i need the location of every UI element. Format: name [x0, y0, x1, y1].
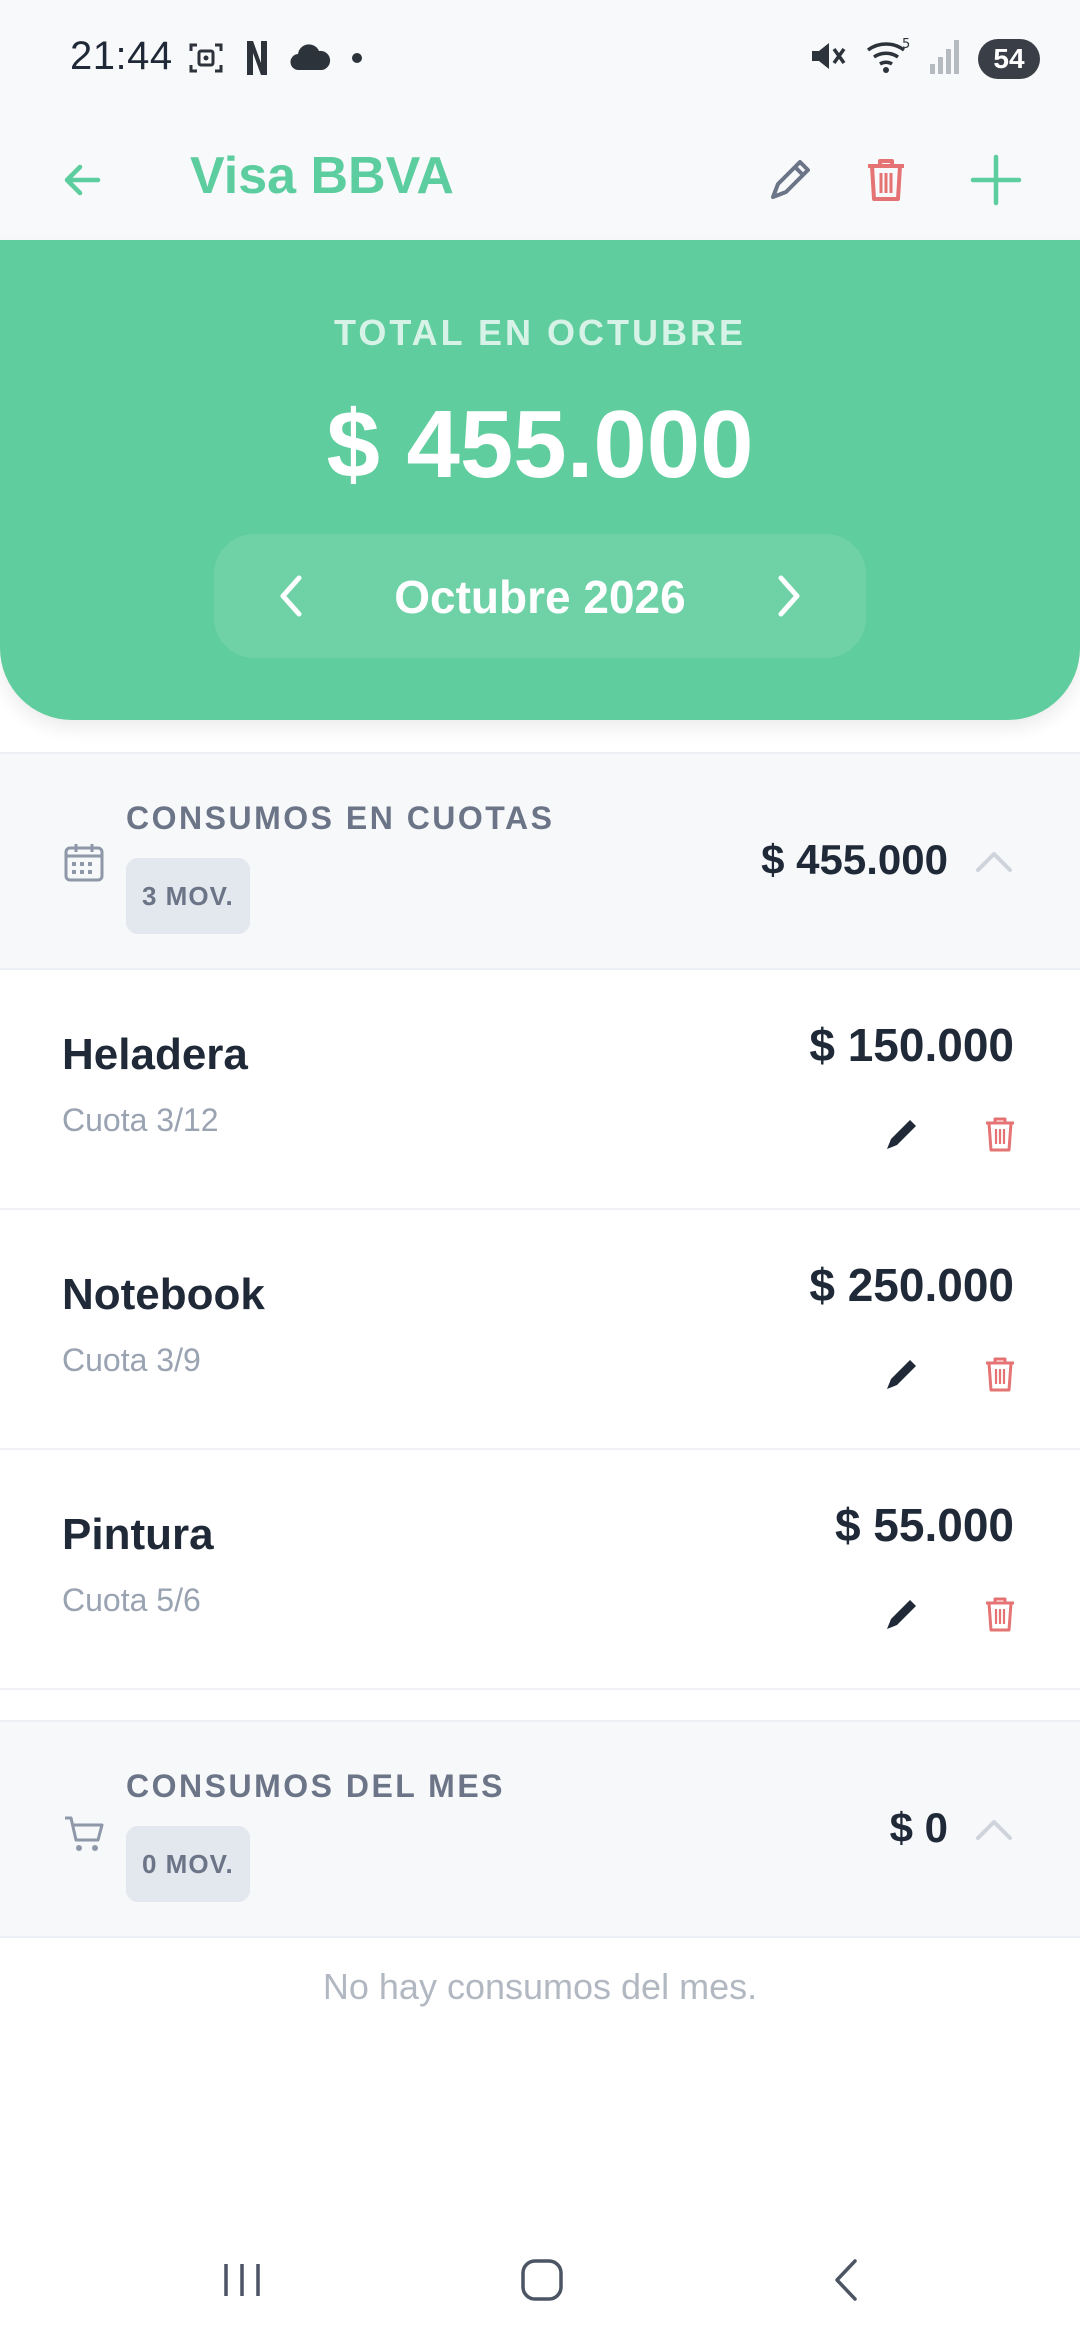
back-button[interactable] — [44, 142, 120, 218]
chevron-up-icon — [976, 852, 1012, 872]
empty-state-message: No hay consumos del mes. — [322, 1966, 758, 2007]
status-bar: 21:44 5 54 — [0, 0, 1080, 120]
arrow-left-icon — [64, 164, 101, 196]
expense-amount: $ 150.000 — [809, 1019, 1014, 1071]
month-selector: Octubre 2026 — [214, 534, 866, 658]
delete-card-button[interactable] — [848, 142, 924, 218]
system-back-button[interactable] — [806, 2244, 886, 2316]
expense-installment: Cuota 3/9 — [62, 1342, 201, 1378]
screen: 21:44 5 54 Visa BBVA TOTAL EN OCTUBRE $ … — [0, 0, 1080, 2340]
expense-amount: $ 55.000 — [834, 1499, 1014, 1551]
calendar-icon — [64, 844, 104, 882]
expense-amount: $ 250.000 — [809, 1259, 1014, 1311]
expense-name: Heladera — [62, 1030, 248, 1079]
netflix-icon — [244, 38, 270, 83]
expense-installment: Cuota 3/12 — [62, 1102, 219, 1138]
status-icons-left — [186, 38, 364, 83]
expense-name: Notebook — [62, 1270, 265, 1319]
pencil-icon — [887, 1120, 916, 1149]
home-icon — [521, 2259, 563, 2301]
trash-icon — [868, 159, 904, 201]
summary-total: $ 455.000 — [326, 391, 754, 498]
summary-card: TOTAL EN OCTUBRE $ 455.000 Octubre 2026 — [0, 240, 1080, 720]
expense-installment: Cuota 5/6 — [62, 1582, 201, 1618]
summary-label: TOTAL EN OCTUBRE — [333, 312, 746, 353]
recent-apps-icon — [224, 2264, 260, 2296]
edit-expense-button[interactable] — [874, 1586, 930, 1642]
plus-icon — [970, 154, 1022, 206]
trash-icon — [986, 1117, 1014, 1152]
status-time: 21:44 — [70, 34, 173, 78]
count-badge: 0 MOV. — [126, 1826, 250, 1902]
expense-row[interactable]: Heladera Cuota 3/12 $ 150.000 — [0, 970, 1080, 1210]
home-button[interactable] — [502, 2244, 582, 2316]
edit-card-button[interactable] — [752, 142, 828, 218]
app-bar: Visa BBVA — [0, 120, 1080, 240]
screenshot-icon — [186, 38, 226, 83]
svg-text:5: 5 — [902, 37, 910, 52]
section-total: $ 455.000 — [761, 836, 948, 883]
section-title: CONSUMOS EN CUOTAS — [126, 800, 555, 836]
back-icon — [835, 2259, 857, 2301]
add-expense-button[interactable] — [958, 142, 1034, 218]
signal-icon — [928, 36, 962, 81]
battery-icon: 54 — [978, 38, 1040, 79]
installments-section-header[interactable]: CONSUMOS EN CUOTAS 3 MOV. $ 455.000 — [0, 752, 1080, 970]
monthly-section-header[interactable]: CONSUMOS DEL MES 0 MOV. $ 0 — [0, 1720, 1080, 1938]
expense-name: Pintura — [62, 1510, 214, 1559]
page-title: Visa BBVA — [190, 147, 454, 205]
cloud-icon — [288, 43, 332, 78]
expense-row[interactable]: Notebook Cuota 3/9 $ 250.000 — [0, 1210, 1080, 1450]
section-title: CONSUMOS DEL MES — [126, 1768, 505, 1804]
count-badge: 3 MOV. — [126, 858, 250, 934]
recent-apps-button[interactable] — [202, 2244, 282, 2316]
pencil-icon — [887, 1600, 916, 1629]
edit-expense-button[interactable] — [874, 1346, 930, 1402]
system-nav-bar — [0, 2220, 1080, 2340]
status-icons-right: 5 54 — [808, 36, 1040, 81]
chevron-right-icon — [778, 575, 800, 617]
pencil-icon — [771, 160, 810, 199]
delete-expense-button[interactable] — [972, 1106, 1028, 1162]
delete-expense-button[interactable] — [972, 1586, 1028, 1642]
chevron-up-icon — [976, 1820, 1012, 1840]
delete-expense-button[interactable] — [972, 1346, 1028, 1402]
trash-icon — [986, 1357, 1014, 1392]
next-month-button[interactable] — [754, 562, 822, 630]
mute-icon — [808, 36, 848, 81]
trash-icon — [986, 1597, 1014, 1632]
cart-icon — [65, 1816, 104, 1851]
expense-row[interactable]: Pintura Cuota 5/6 $ 55.000 — [0, 1450, 1080, 1690]
wifi-icon: 5 — [864, 36, 912, 81]
dot-icon — [350, 51, 364, 70]
section-total: $ 0 — [889, 1804, 948, 1851]
edit-expense-button[interactable] — [874, 1106, 930, 1162]
pencil-icon — [887, 1360, 916, 1389]
